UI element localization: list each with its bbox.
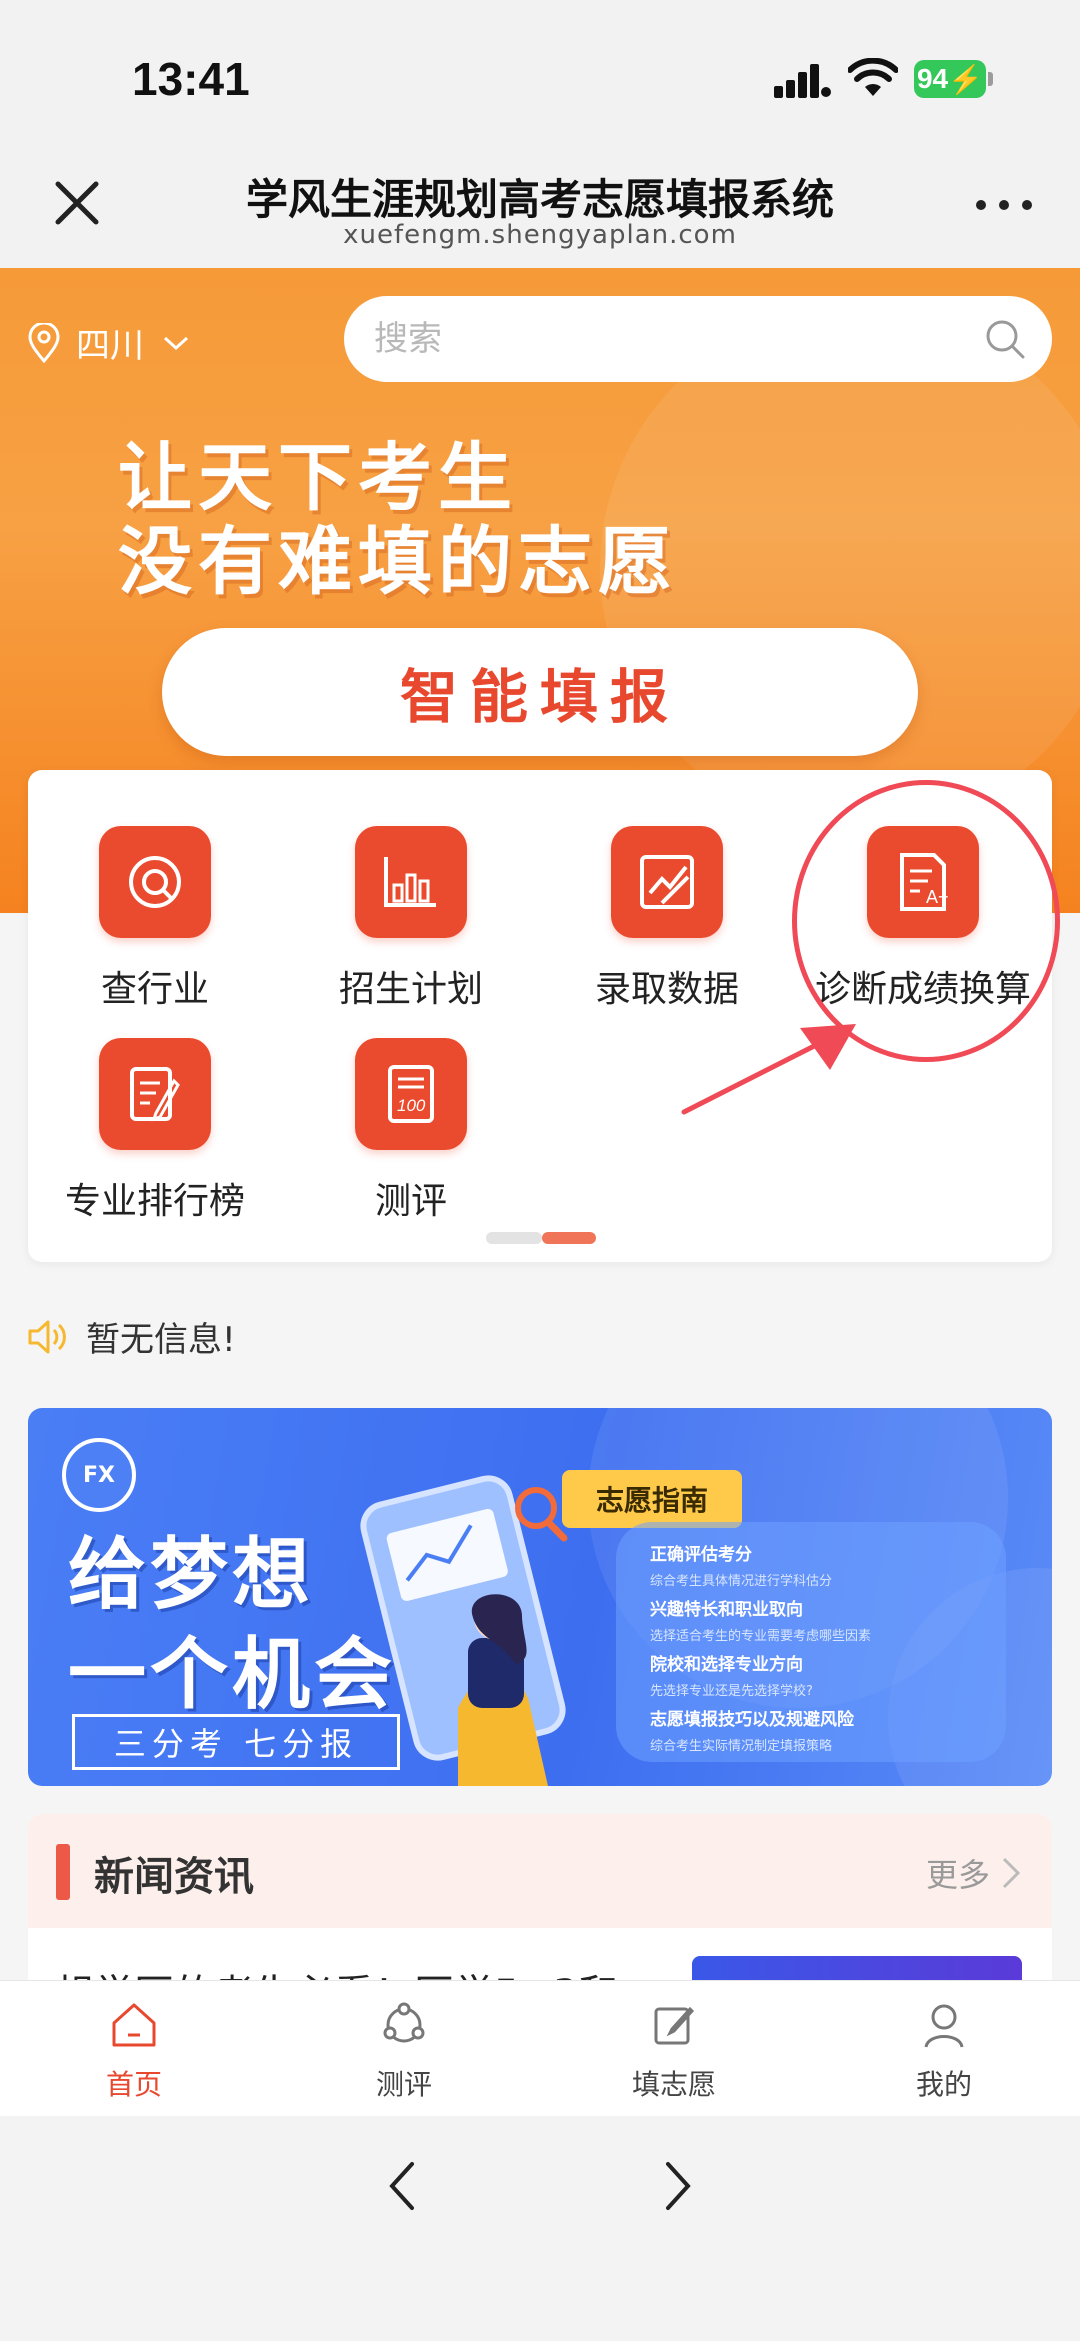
bottom-tab-bar: 首页 测评 填志愿 我的 [0, 1980, 1080, 2116]
forward-arrow-icon[interactable] [656, 2156, 700, 2216]
feature-label: 测评 [374, 1181, 447, 1222]
search-icon[interactable] [984, 318, 1026, 360]
feature-enrollment-plan[interactable]: 招生计划 [296, 826, 526, 1012]
location-label: 四川 [76, 326, 144, 366]
battery-nub [988, 72, 993, 86]
tab-fill-application[interactable]: 填志愿 [574, 1999, 774, 2103]
notice-text: 暂无信息! [86, 1320, 236, 1360]
feature-label: 录取数据 [594, 969, 739, 1010]
page-url: xuefengm.shengyaplan.com [343, 220, 737, 250]
svg-text:100: 100 [397, 1096, 426, 1115]
edit-document-icon [130, 1067, 180, 1122]
school-logo: FX [62, 1438, 136, 1512]
news-title: 新闻资讯 [94, 1854, 254, 1900]
chevron-down-icon [163, 336, 189, 350]
more-options-button[interactable] [976, 200, 1032, 214]
bar-chart-icon [384, 857, 436, 907]
search-input[interactable] [374, 314, 974, 364]
feature-label: 查行业 [100, 969, 209, 1010]
feature-assessment[interactable]: 100 测评 [296, 1038, 526, 1224]
search-circle-icon [129, 856, 181, 908]
profile-icon [924, 2004, 964, 2048]
wifi-icon [848, 58, 898, 96]
promo-headline-1: 给梦想 [68, 1530, 315, 1620]
promo-banner[interactable]: FX 给梦想 一个机会 三分考 七分报 志愿指南 正确评估考分 综合考生具体情况… [28, 1408, 1052, 1786]
notice-bar: 暂无信息! [26, 1312, 236, 1361]
news-more-link[interactable]: 更多 [926, 1850, 1022, 1896]
tab-profile[interactable]: 我的 [844, 1999, 1044, 2103]
edit-icon [654, 2006, 695, 2045]
location-pin-icon [28, 322, 60, 363]
section-accent-bar [56, 1844, 70, 1900]
feature-industry[interactable]: 查行业 [40, 826, 270, 1012]
feature-major-ranking[interactable]: 专业排行榜 [40, 1038, 270, 1224]
chevron-right-icon [1002, 1857, 1021, 1889]
browser-bottom-nav [0, 2116, 1080, 2341]
hero-slogan-line2: 没有难填的志愿 [118, 519, 678, 605]
promo-headline-2: 一个机会 [68, 1630, 397, 1720]
smart-fill-button[interactable]: 智能填报 [162, 628, 918, 756]
back-arrow-icon[interactable] [380, 2156, 424, 2216]
news-header: 新闻资讯 更多 [28, 1814, 1052, 1928]
page-title: 学风生涯规划高考志愿填报系统 [245, 175, 834, 224]
guide-panel: 正确评估考分 综合考生具体情况进行学科估分 兴趣特长和职业取向 选择适合考生的专… [616, 1522, 1006, 1762]
search-box[interactable] [344, 296, 1052, 382]
score-sheet-icon: 100 [388, 1065, 434, 1123]
assessment-icon [383, 2002, 425, 2043]
page-indicator [486, 1232, 596, 1244]
home-icon [112, 2003, 156, 2047]
line-chart-icon [640, 855, 694, 909]
feature-admission-data[interactable]: 录取数据 [552, 826, 782, 1012]
location-selector[interactable]: 四川 [26, 318, 190, 367]
status-time: 13:41 [132, 53, 250, 105]
guide-badge: 志愿指南 [562, 1470, 742, 1528]
annotation-arrow [681, 1024, 856, 1115]
tab-assessment[interactable]: 测评 [304, 1999, 504, 2103]
feature-label: 专业排行榜 [64, 1181, 245, 1222]
tab-home[interactable]: 首页 [34, 1999, 234, 2103]
cellular-signal-icon [774, 64, 831, 98]
battery-indicator: 94 ⚡ [914, 60, 986, 98]
feature-label: 招生计划 [338, 969, 483, 1010]
speaker-icon [28, 1320, 66, 1353]
